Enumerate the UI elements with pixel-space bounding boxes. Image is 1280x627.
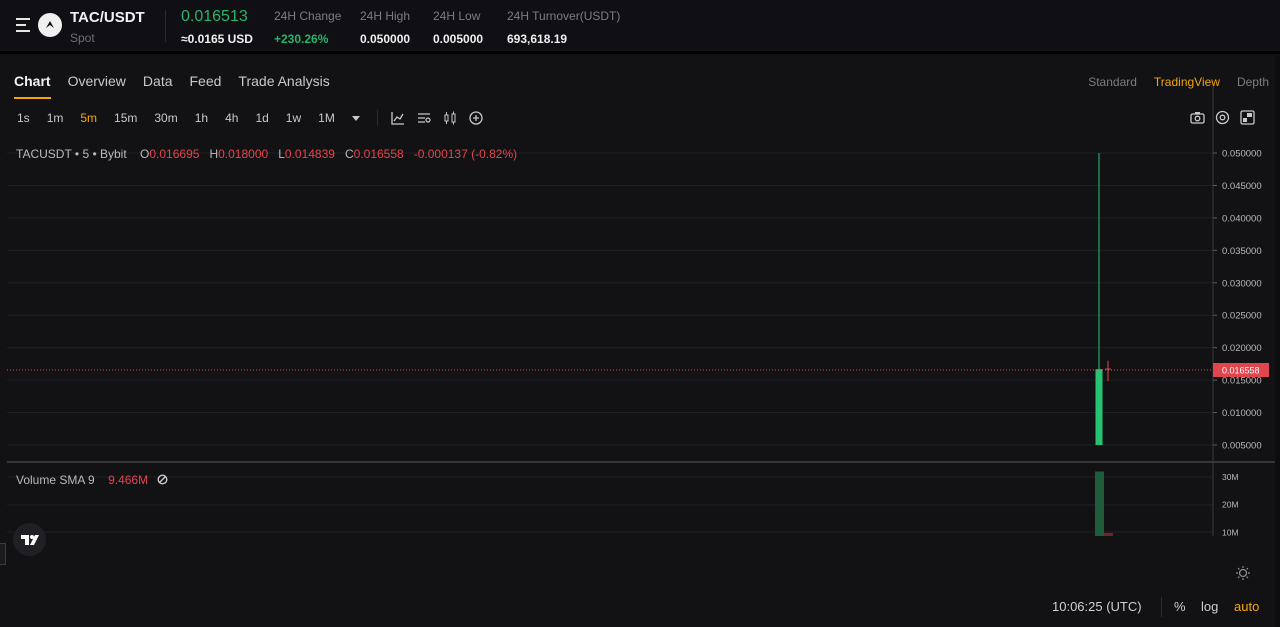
hide-icon[interactable] xyxy=(157,474,168,485)
pair-name[interactable]: TAC/USDT xyxy=(70,9,145,26)
stat-24h-change: 24H Change +230.26% xyxy=(274,9,341,46)
stat-24h-low: 24H Low 0.005000 xyxy=(433,9,483,46)
price-axis-labels: 0.050000 0.045000 0.040000 0.035000 0.030000… xyxy=(1213,149,1262,452)
price-tick-label: 0.005000 xyxy=(1222,441,1262,452)
legend-close: 0.016558 xyxy=(353,147,404,161)
volume-tick-label: 30M xyxy=(1222,472,1239,482)
price-tick-label: 0.035000 xyxy=(1222,246,1262,257)
volume-bars xyxy=(1095,471,1113,536)
stat-value: +230.26% xyxy=(274,32,329,46)
divider xyxy=(165,10,166,42)
legend-open: 0.016695 xyxy=(149,147,200,161)
utc-clock[interactable]: 10:06:25 (UTC) xyxy=(1052,599,1142,614)
side-strip xyxy=(1275,57,1280,627)
volume-legend-value: 9.466M xyxy=(108,473,149,487)
price-tick-label: 0.010000 xyxy=(1222,408,1262,419)
legend-change: -0.000137 (-0.82%) xyxy=(413,147,518,161)
price-tick-label: 0.040000 xyxy=(1222,213,1262,224)
tradingview-logo[interactable] xyxy=(13,523,46,556)
volume-bar xyxy=(1095,471,1104,536)
stat-label: 24H Turnover(USDT) xyxy=(507,9,621,23)
candles xyxy=(1095,153,1111,445)
usd-price: ≈0.0165 USD xyxy=(181,32,253,46)
price-tick-label: 0.050000 xyxy=(1222,149,1262,160)
chart-grid xyxy=(7,152,1213,533)
log-scale-toggle[interactable]: log xyxy=(1201,599,1218,614)
price-tick-label: 0.025000 xyxy=(1222,311,1262,322)
stat-24h-turnover: 24H Turnover(USDT) 693,618.19 xyxy=(507,9,620,46)
legend-interval: 5 xyxy=(82,147,90,161)
bybit-logo xyxy=(38,13,62,37)
candle-body xyxy=(1095,369,1103,445)
legend-exchange: Bybit xyxy=(100,147,127,161)
ohlc-legend: TACUSDT • 5 • Bybit O0.016695 H0.018000 … xyxy=(16,147,518,161)
ticker-header: TAC/USDT Spot 0.016513 ≈0.0165 USD 24H C… xyxy=(0,0,1280,54)
volume-tick-label: 20M xyxy=(1222,500,1239,510)
legend-symbol: TACUSDT xyxy=(16,147,72,161)
last-price: 0.016513 xyxy=(181,8,248,25)
percent-scale-toggle[interactable]: % xyxy=(1174,599,1186,614)
stat-label: 24H Low xyxy=(433,9,481,23)
stat-label: 24H High xyxy=(360,9,411,23)
stat-24h-high: 24H High 0.050000 xyxy=(360,9,410,46)
legend-close-label: C xyxy=(344,147,354,161)
volume-tick-label: 10M xyxy=(1222,527,1239,536)
current-price-line: 0.016558 xyxy=(7,363,1269,378)
volume-bar xyxy=(1104,532,1113,536)
market-type: Spot xyxy=(70,31,95,45)
chart-footer: 10:06:25 (UTC) % log auto xyxy=(0,593,1275,623)
legend-open-label: O xyxy=(140,147,150,161)
volume-legend-label: Volume SMA 9 xyxy=(16,473,95,487)
volume-axis-labels: 30M 20M 10M xyxy=(1222,472,1239,536)
price-tick-label: 0.020000 xyxy=(1222,343,1262,354)
auto-scale-toggle[interactable]: auto xyxy=(1234,599,1259,614)
price-tick-label: 0.015000 xyxy=(1222,376,1262,387)
price-tick-label: 0.045000 xyxy=(1222,181,1262,192)
current-price-label: 0.016558 xyxy=(1222,366,1260,376)
divider xyxy=(1161,597,1162,617)
stat-value: 693,618.19 xyxy=(507,32,568,46)
legend-high-label: H xyxy=(209,147,219,161)
legend-high: 0.018000 xyxy=(218,147,269,161)
legend-low-label: L xyxy=(278,147,285,161)
time-axis-settings-icon[interactable] xyxy=(1235,565,1251,581)
volume-legend: Volume SMA 9 9.466M xyxy=(16,473,168,487)
legend-low: 0.014839 xyxy=(284,147,335,161)
stat-value: 0.050000 xyxy=(360,32,411,46)
collapse-handle[interactable] xyxy=(0,543,6,565)
stat-label: 24H Change xyxy=(274,9,342,23)
menu-icon[interactable] xyxy=(16,18,30,32)
stat-value: 0.005000 xyxy=(433,32,484,46)
price-tick-label: 0.030000 xyxy=(1222,278,1262,289)
